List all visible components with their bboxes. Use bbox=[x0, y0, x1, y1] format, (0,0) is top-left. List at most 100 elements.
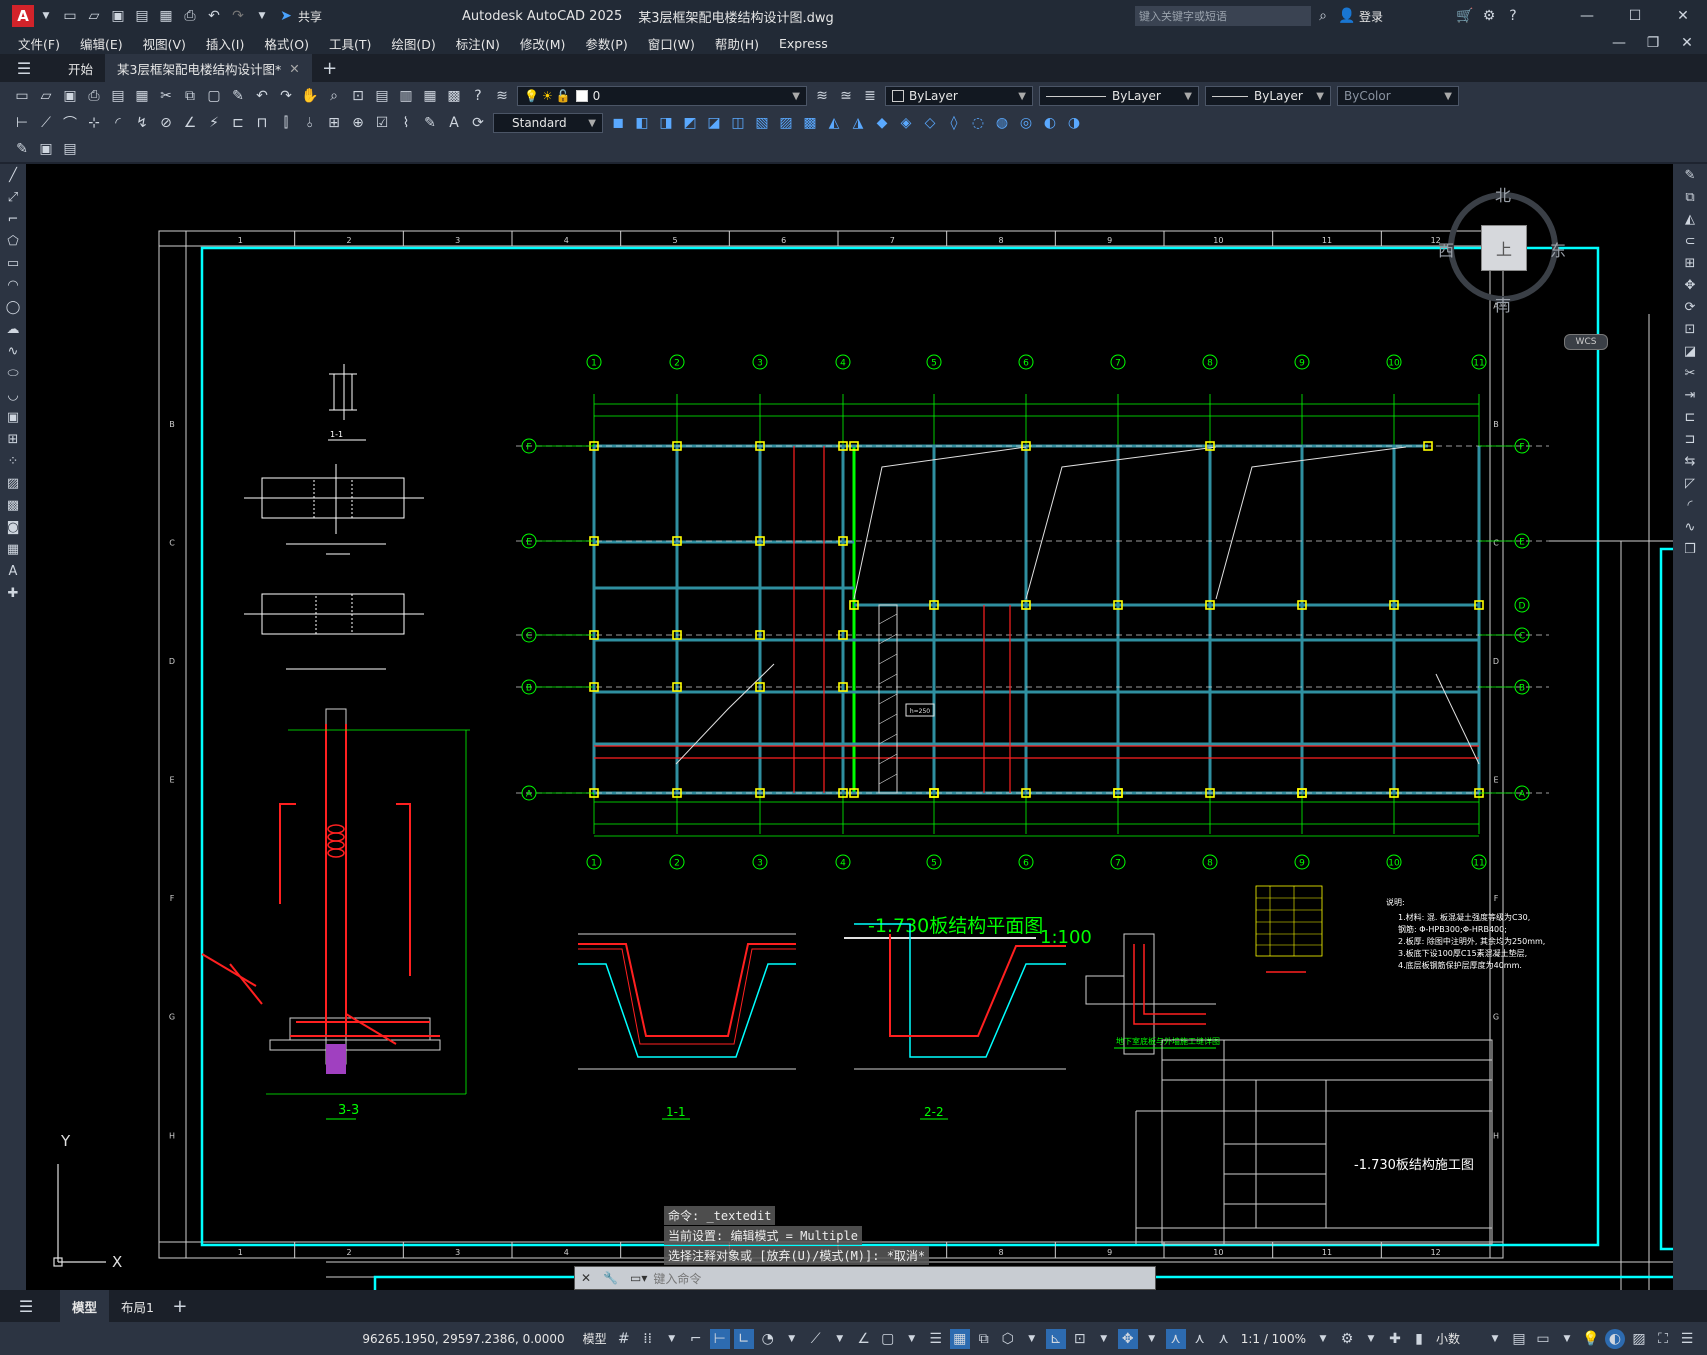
new-tab-icon[interactable]: + bbox=[320, 58, 340, 79]
tab-start[interactable]: 开始 bbox=[56, 54, 105, 82]
color-dropdown[interactable]: ByLayer ▼ bbox=[885, 86, 1033, 106]
check-icon[interactable]: ◍ bbox=[992, 113, 1012, 133]
menu-express[interactable]: Express bbox=[769, 36, 838, 51]
circle-icon[interactable]: ◯ bbox=[3, 298, 23, 318]
move-faces-icon[interactable]: ◫ bbox=[728, 113, 748, 133]
chevron-down-icon[interactable]: ▼ bbox=[662, 1329, 682, 1349]
trim-icon[interactable]: ✂ bbox=[1680, 364, 1700, 384]
imprint-icon[interactable]: ◈ bbox=[896, 113, 916, 133]
auto-scale-icon[interactable]: ⋏ bbox=[1190, 1329, 1210, 1349]
hardware-acceleration-icon[interactable]: ◐ bbox=[1605, 1328, 1625, 1349]
join-icon[interactable]: ⇆ bbox=[1680, 452, 1700, 472]
line-icon[interactable]: ╱ bbox=[3, 166, 23, 186]
menu-file[interactable]: 文件(F) bbox=[8, 34, 70, 53]
layout-menu-icon[interactable]: ☰ bbox=[16, 1296, 36, 1316]
extend-icon[interactable]: ⇥ bbox=[1680, 386, 1700, 406]
annotation-scale-icon[interactable]: ⋏ bbox=[1214, 1329, 1234, 1349]
selection-cycling-icon[interactable]: ⧉ bbox=[974, 1329, 994, 1349]
tool-palettes-icon[interactable]: ▦ bbox=[420, 86, 440, 106]
viewcube-north[interactable]: 北 bbox=[1495, 182, 1511, 206]
solid-intersect-icon[interactable]: ◩ bbox=[680, 113, 700, 133]
object-snap-tracking-icon[interactable]: ∠ bbox=[854, 1329, 874, 1349]
close-window-icon[interactable]: ✕ bbox=[1673, 6, 1693, 26]
infer-constraints-icon[interactable]: ⌐ bbox=[686, 1329, 706, 1349]
chamfer-icon[interactable]: ◸ bbox=[1680, 474, 1700, 494]
chevron-down-icon[interactable]: ▼ bbox=[1557, 1329, 1577, 1349]
plot-icon[interactable]: ⎙ bbox=[180, 6, 200, 26]
offset-icon[interactable]: ⊂ bbox=[1680, 232, 1700, 252]
solid-subtract-icon[interactable]: ◨ bbox=[656, 113, 676, 133]
dropdown-arrow-icon[interactable]: ▼ bbox=[36, 6, 56, 26]
menu-dimension[interactable]: 标注(N) bbox=[446, 34, 510, 53]
qnew-icon[interactable]: ▭ bbox=[12, 86, 32, 106]
isometric-icon[interactable]: ⟋ bbox=[806, 1329, 826, 1349]
pan-icon[interactable]: ✋ bbox=[300, 86, 320, 106]
menu-tools[interactable]: 工具(T) bbox=[319, 34, 381, 53]
quick-dim-icon[interactable]: ⚡ bbox=[204, 113, 224, 133]
jogged-dim-icon[interactable]: ↯ bbox=[132, 113, 152, 133]
center-mark-icon[interactable]: ⊕ bbox=[348, 113, 368, 133]
dim-text-edit-icon[interactable]: A bbox=[444, 113, 464, 133]
chevron-down-icon[interactable]: ▼ bbox=[1094, 1329, 1114, 1349]
new-file-icon[interactable]: ▭ bbox=[60, 6, 80, 26]
properties-icon[interactable]: ▤ bbox=[372, 86, 392, 106]
add-selected-icon[interactable]: ✚ bbox=[3, 584, 23, 604]
autocad-logo[interactable]: A bbox=[12, 5, 34, 27]
angular-dim-icon[interactable]: ∠ bbox=[180, 113, 200, 133]
chevron-down-icon[interactable]: ▼ bbox=[782, 1329, 802, 1349]
web-save-icon[interactable]: ▦ bbox=[156, 6, 176, 26]
hatch-icon[interactable]: ▨ bbox=[3, 474, 23, 494]
gradient-icon[interactable]: ▩ bbox=[3, 496, 23, 516]
command-customize-icon[interactable]: 🔧 bbox=[603, 1271, 618, 1285]
menu-window[interactable]: 窗口(W) bbox=[638, 34, 705, 53]
zoom-realtime-icon[interactable]: ⌕ bbox=[324, 86, 344, 106]
diameter-dim-icon[interactable]: ⊘ bbox=[156, 113, 176, 133]
point-icon[interactable]: ⁘ bbox=[3, 452, 23, 472]
menu-modify[interactable]: 修改(M) bbox=[510, 34, 576, 53]
taper-faces-icon[interactable]: ◭ bbox=[824, 113, 844, 133]
offset-faces-icon[interactable]: ▧ bbox=[752, 113, 772, 133]
continue-dim-icon[interactable]: ⊓ bbox=[252, 113, 272, 133]
stretch-icon[interactable]: ◪ bbox=[1680, 342, 1700, 362]
make-block-icon[interactable]: ⊞ bbox=[3, 430, 23, 450]
scale-icon[interactable]: ⊡ bbox=[1680, 320, 1700, 340]
viewcube-east[interactable]: 东 bbox=[1550, 237, 1566, 261]
blend-icon[interactable]: ∿ bbox=[1680, 518, 1700, 538]
aligned-dim-icon[interactable]: ⟋ bbox=[36, 113, 56, 133]
gizmo-icon[interactable]: ✥ bbox=[1117, 1328, 1138, 1349]
doc-minimize-icon[interactable]: — bbox=[1609, 33, 1629, 53]
separate-icon[interactable]: ◊ bbox=[944, 113, 964, 133]
redo-icon[interactable]: ↷ bbox=[228, 6, 248, 26]
rotate-faces-icon[interactable]: ▩ bbox=[800, 113, 820, 133]
share-icon[interactable]: ➤ bbox=[276, 6, 296, 26]
viewcube-south[interactable]: 南 bbox=[1495, 292, 1511, 316]
ordinate-dim-icon[interactable]: ⊹ bbox=[84, 113, 104, 133]
fillet-icon[interactable]: ◜ bbox=[1680, 496, 1700, 516]
dimstyle-dropdown[interactable]: Standard ▼ bbox=[493, 113, 603, 133]
scale-dropdown[interactable]: 1:1 / 100% bbox=[1236, 1332, 1311, 1346]
3d-osnap-icon[interactable]: ⬡ bbox=[998, 1329, 1018, 1349]
mtext-icon[interactable]: A bbox=[3, 562, 23, 582]
grid-icon[interactable]: # bbox=[614, 1329, 634, 1349]
help-toolbar-icon[interactable]: ? bbox=[468, 86, 488, 106]
layer-dropdown[interactable]: 💡 ☀ 🔓 0 ▼ bbox=[517, 86, 807, 106]
layer-previous-icon[interactable]: ≊ bbox=[836, 86, 856, 106]
command-close-icon[interactable]: ✕ bbox=[581, 1271, 591, 1285]
calculator-icon[interactable]: ▩ bbox=[444, 86, 464, 106]
spline-icon[interactable]: ∿ bbox=[3, 342, 23, 362]
lineweight-dropdown[interactable]: ByLayer ▼ bbox=[1205, 86, 1331, 106]
transparency-icon[interactable]: ▦ bbox=[949, 1328, 970, 1349]
explode-icon[interactable]: ❒ bbox=[1680, 540, 1700, 560]
lineweight-icon[interactable]: ☰ bbox=[926, 1329, 946, 1349]
menu-insert[interactable]: 插入(I) bbox=[196, 34, 254, 53]
help-icon[interactable]: ? bbox=[1503, 6, 1523, 26]
insert-block-icon[interactable]: ▣ bbox=[36, 139, 56, 159]
arc-icon[interactable]: ◠ bbox=[3, 276, 23, 296]
viewcube[interactable]: 北 南 西 东 上 bbox=[1438, 182, 1568, 315]
customize-icon[interactable]: ▼ bbox=[252, 6, 272, 26]
coordinate-readout[interactable]: 96265.1950, 29597.2386, 0.0000 bbox=[357, 1332, 569, 1346]
paste-icon[interactable]: ▢ bbox=[204, 86, 224, 106]
plot-toolbar-icon[interactable]: ⎙ bbox=[84, 86, 104, 106]
ellipse-arc-icon[interactable]: ◡ bbox=[3, 386, 23, 406]
osnap-icon[interactable]: ▢ bbox=[878, 1329, 898, 1349]
